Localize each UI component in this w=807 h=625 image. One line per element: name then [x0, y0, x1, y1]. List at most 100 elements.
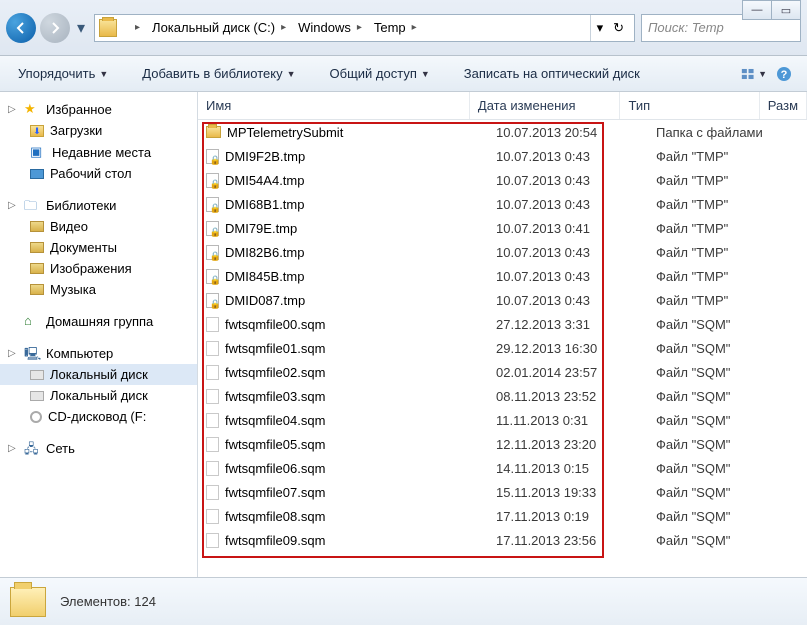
sidebar-network[interactable]: ▷🖧Сеть [0, 437, 197, 459]
table-row[interactable]: fwtsqmfile03.sqm08.11.2013 23:52Файл "SQ… [198, 384, 807, 408]
add-to-library-button[interactable]: Добавить в библиотеку▼ [134, 62, 303, 85]
file-icon [206, 389, 219, 404]
file-name: fwtsqmfile04.sqm [225, 413, 325, 428]
col-name-header[interactable]: Имя [198, 92, 470, 119]
file-date: 11.11.2013 0:31 [488, 413, 648, 428]
table-row[interactable]: DMI68B1.tmp10.07.2013 0:43Файл "TMP" [198, 192, 807, 216]
file-date: 10.07.2013 0:43 [488, 245, 648, 260]
col-type-header[interactable]: Тип [620, 92, 759, 119]
network-icon: 🖧 [24, 440, 40, 456]
table-row[interactable]: DMID087.tmp10.07.2013 0:43Файл "TMP" [198, 288, 807, 312]
maximize-button[interactable]: ▭ [771, 0, 801, 20]
col-size-header[interactable]: Разм [760, 92, 807, 119]
svg-text:?: ? [781, 69, 788, 81]
file-list: Имя Дата изменения Тип Разм MPTelemetryS… [198, 92, 807, 577]
table-row[interactable]: fwtsqmfile09.sqm17.11.2013 23:56Файл "SQ… [198, 528, 807, 552]
table-row[interactable]: fwtsqmfile04.sqm11.11.2013 0:31Файл "SQM… [198, 408, 807, 432]
table-row[interactable]: fwtsqmfile07.sqm 15.11.2013 19:33Файл "SQ… [198, 480, 807, 504]
organize-button[interactable]: Упорядочить▼ [10, 62, 116, 85]
table-row[interactable]: fwtsqmfile02.sqm 02.01.2014 23:57Файл "SQ… [198, 360, 807, 384]
downloads-icon [30, 125, 44, 137]
file-date: 10.07.2013 20:54 [488, 125, 648, 140]
file-date: 10.07.2013 0:43 [488, 149, 648, 164]
file-date: 02.01.2014 23:57 [488, 365, 648, 380]
table-row[interactable]: DMI845B.tmp10.07.2013 0:43Файл "TMP" [198, 264, 807, 288]
file-type: Файл "SQM" [648, 461, 796, 476]
table-row[interactable]: DMI82B6.tmp10.07.2013 0:43Файл "TMP" [198, 240, 807, 264]
breadcrumb-temp[interactable]: Temp▸ [368, 15, 423, 41]
file-name: DMI54A4.tmp [225, 173, 304, 188]
file-date: 10.07.2013 0:43 [488, 269, 648, 284]
burn-disc-button[interactable]: Записать на оптический диск [456, 62, 648, 85]
table-row[interactable]: fwtsqmfile01.sqm29.12.2013 16:30Файл "SQ… [198, 336, 807, 360]
sidebar-item-pictures[interactable]: Изображения [0, 258, 197, 279]
sidebar-item-local-disk-0[interactable]: Локальный диск [0, 364, 197, 385]
file-name: DMI82B6.tmp [225, 245, 304, 260]
sidebar-item-videos[interactable]: Видео [0, 216, 197, 237]
status-count: 124 [134, 594, 156, 609]
file-type: Файл "TMP" [648, 197, 796, 212]
table-row[interactable]: DMI54A4.tmp10.07.2013 0:43Файл "TMP" [198, 168, 807, 192]
table-row[interactable]: DMI9F2B.tmp 10.07.2013 0:43Файл "TMP" [198, 144, 807, 168]
file-name: fwtsqmfile02.sqm [225, 365, 325, 380]
col-date-header[interactable]: Дата изменения [470, 92, 621, 119]
file-type: Файл "TMP" [648, 173, 796, 188]
view-options-button[interactable]: ▼ [741, 62, 767, 86]
file-icon [206, 461, 219, 476]
sidebar-item-desktop[interactable]: Рабочий стол [0, 163, 197, 184]
address-bar[interactable]: ▸ Локальный диск (C:)▸ Windows▸ Temp▸ ▾ … [94, 14, 635, 42]
minimize-button[interactable]: — [742, 0, 772, 20]
breadcrumb-windows[interactable]: Windows▸ [292, 15, 368, 41]
sidebar: ▷★Избранное Загрузки ▣Недавние места Раб… [0, 92, 198, 577]
refresh-button[interactable]: ↻ [613, 20, 624, 36]
sidebar-item-documents[interactable]: Документы [0, 237, 197, 258]
file-name: fwtsqmfile07.sqm [225, 485, 325, 500]
recent-icon: ▣ [30, 144, 46, 160]
file-type: Файл "SQM" [648, 365, 796, 380]
file-date: 12.11.2013 23:20 [488, 437, 648, 452]
nav-back-button[interactable] [6, 13, 36, 43]
libraries-icon: 🗀 [24, 197, 40, 213]
file-icon [206, 533, 219, 548]
file-name: DMI9F2B.tmp [225, 149, 305, 164]
share-button[interactable]: Общий доступ▼ [322, 62, 438, 85]
breadcrumb-root[interactable]: ▸ [123, 15, 146, 41]
sidebar-item-downloads[interactable]: Загрузки [0, 120, 197, 141]
file-icon [206, 317, 219, 332]
column-headers: Имя Дата изменения Тип Разм [198, 92, 807, 120]
file-type: Файл "TMP" [648, 149, 796, 164]
sidebar-favorites[interactable]: ▷★Избранное [0, 98, 197, 120]
desktop-icon [30, 169, 44, 179]
file-icon [206, 149, 219, 164]
arrow-right-icon [48, 21, 62, 35]
help-icon: ? [776, 66, 792, 82]
help-button[interactable]: ? [771, 62, 797, 86]
file-icon [206, 126, 221, 138]
file-date: 15.11.2013 19:33 [488, 485, 648, 500]
table-row[interactable]: MPTelemetrySubmit10.07.2013 20:54Папка с… [198, 120, 807, 144]
nav-history-dropdown[interactable]: ▾ [74, 18, 88, 38]
sidebar-libraries[interactable]: ▷🗀Библиотеки [0, 194, 197, 216]
table-row[interactable]: DMI79E.tmp10.07.2013 0:41Файл "TMP" [198, 216, 807, 240]
sidebar-item-local-disk-1[interactable]: Локальный диск [0, 385, 197, 406]
breadcrumb-c[interactable]: Локальный диск (C:)▸ [146, 15, 292, 41]
sidebar-homegroup[interactable]: ⌂Домашняя группа [0, 310, 197, 332]
file-date: 27.12.2013 3:31 [488, 317, 648, 332]
arrow-left-icon [14, 21, 28, 35]
file-icon [206, 485, 219, 500]
search-placeholder: Поиск: Temp [648, 20, 724, 35]
table-row[interactable]: fwtsqmfile05.sqm12.11.2013 23:20Файл "SQ… [198, 432, 807, 456]
file-icon [206, 341, 219, 356]
sidebar-item-cd-drive[interactable]: CD-дисковод (F: [0, 406, 197, 427]
nav-forward-button[interactable] [40, 13, 70, 43]
file-type: Файл "SQM" [648, 485, 796, 500]
sidebar-computer[interactable]: ▷🖳Компьютер [0, 342, 197, 364]
table-row[interactable]: fwtsqmfile08.sqm17.11.2013 0:19Файл "SQM… [198, 504, 807, 528]
table-row[interactable]: fwtsqmfile00.sqm27.12.2013 3:31Файл "SQM… [198, 312, 807, 336]
table-row[interactable]: fwtsqmfile06.sqm14.11.2013 0:15Файл "SQM… [198, 456, 807, 480]
sidebar-item-music[interactable]: Музыка [0, 279, 197, 300]
file-type: Файл "SQM" [648, 341, 796, 356]
file-date: 29.12.2013 16:30 [488, 341, 648, 356]
address-dropdown-button[interactable]: ▾ [597, 20, 604, 36]
sidebar-item-recent[interactable]: ▣Недавние места [0, 141, 197, 163]
